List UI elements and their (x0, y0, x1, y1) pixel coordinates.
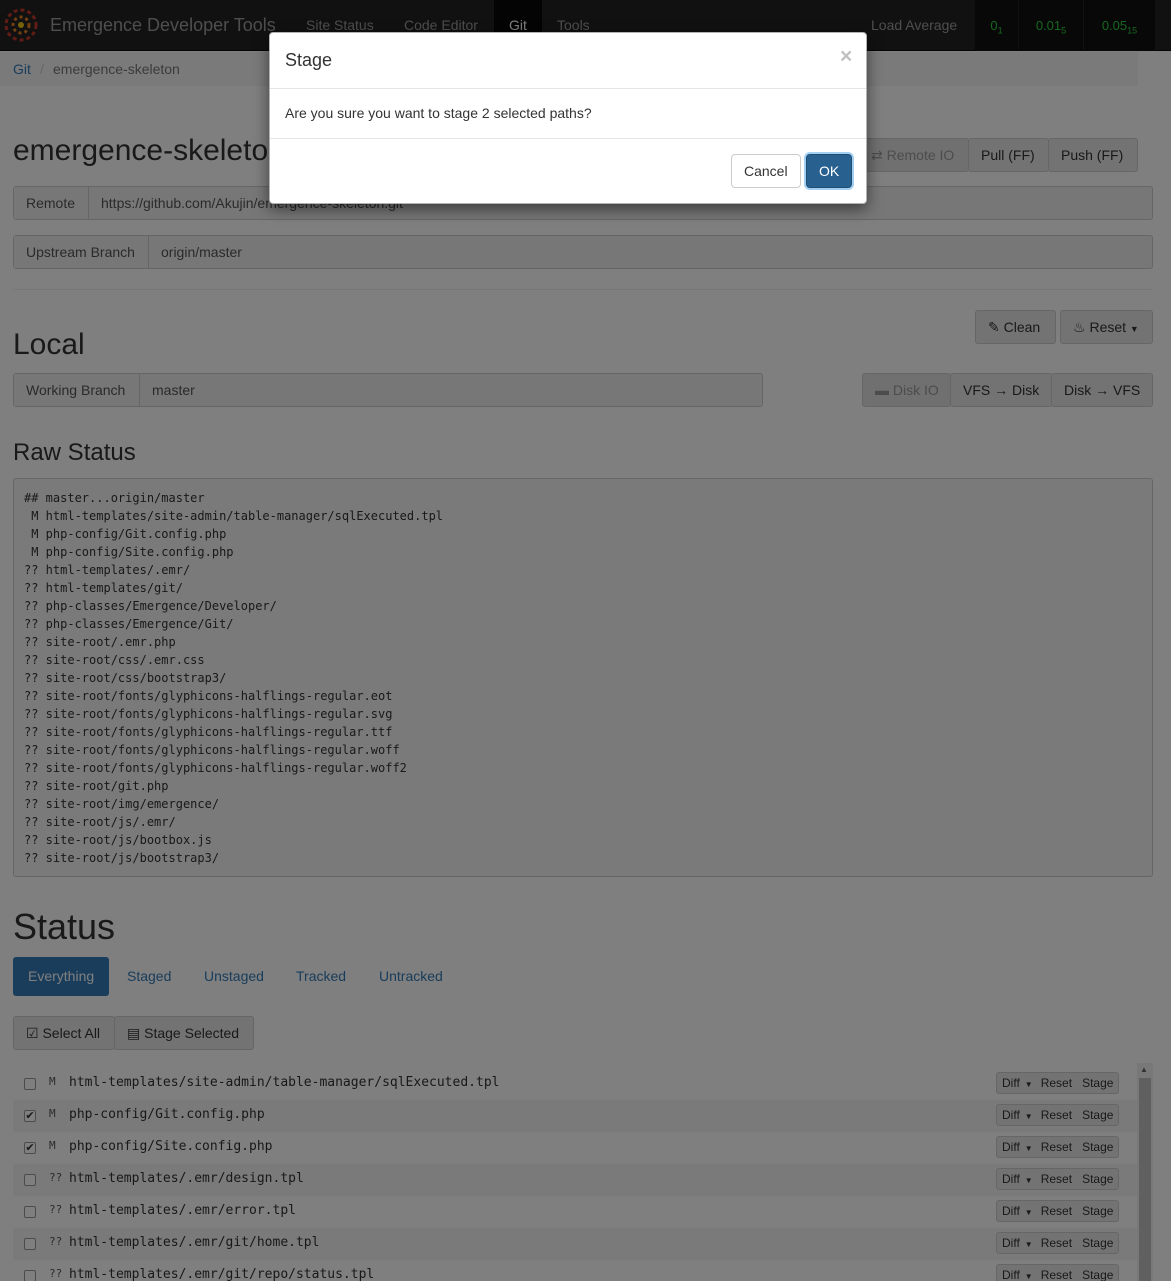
stage-confirm-dialog: Stage × Are you sure you want to stage 2… (269, 32, 867, 204)
dialog-title: Stage (285, 50, 333, 70)
ok-button[interactable]: OK (806, 154, 853, 188)
dialog-header: Stage × (270, 33, 866, 89)
dialog-footer: Cancel OK (270, 138, 866, 203)
dialog-message: Are you sure you want to stage 2 selecte… (285, 105, 592, 121)
close-icon[interactable]: × (840, 45, 852, 69)
cancel-button[interactable]: Cancel (731, 154, 801, 188)
